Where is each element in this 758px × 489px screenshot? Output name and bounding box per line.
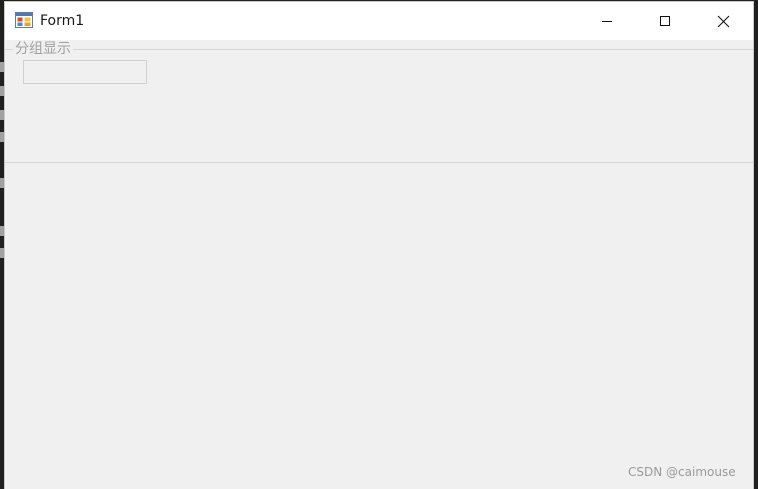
client-area: 分组显示	[5, 40, 753, 489]
groupbox-inner-control[interactable]	[23, 60, 147, 84]
title-bar[interactable]: Form1	[5, 2, 753, 40]
form-app-icon	[15, 12, 33, 28]
minimize-icon	[602, 21, 612, 22]
groupbox-label: 分组显示	[13, 40, 73, 58]
form-window: Form1 分组显示	[4, 1, 754, 489]
maximize-button[interactable]	[636, 2, 694, 40]
minimize-button[interactable]	[578, 2, 636, 40]
close-icon	[717, 15, 729, 27]
groupbox: 分组显示	[5, 40, 753, 163]
watermark: CSDN @caimouse	[628, 465, 736, 479]
close-button[interactable]	[694, 2, 752, 40]
window-title: Form1	[40, 13, 85, 29]
maximize-icon	[660, 16, 670, 26]
